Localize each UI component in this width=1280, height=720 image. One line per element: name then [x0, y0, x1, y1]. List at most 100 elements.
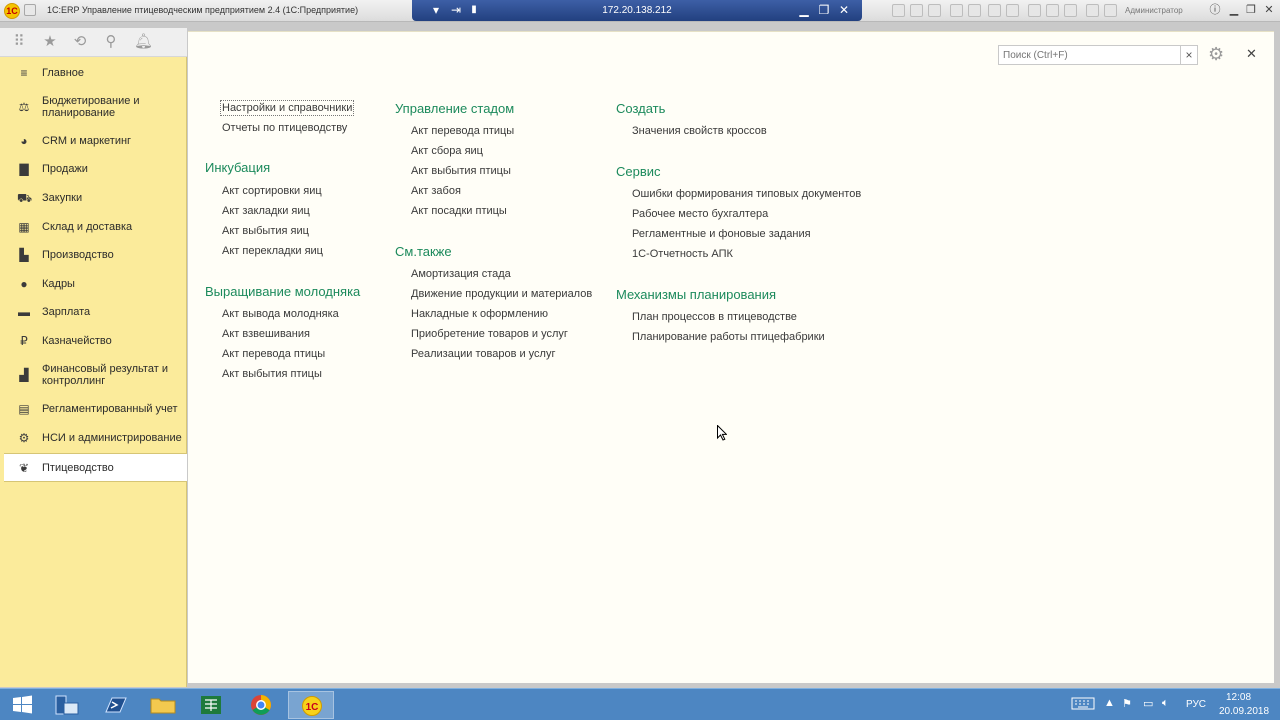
memory-m-icon[interactable] [1028, 4, 1041, 17]
save-icon[interactable] [892, 4, 905, 17]
budget-icon: ⚖ [18, 100, 30, 114]
clock-date[interactable]: 20.09.2018 [1219, 706, 1269, 717]
taskbar-server-manager[interactable] [44, 691, 90, 719]
cmd-weighing-act[interactable]: Акт взвешивания [222, 328, 310, 340]
volume-icon[interactable]: 🔈︎ [1162, 697, 1169, 710]
start-button[interactable] [0, 691, 46, 719]
search-input[interactable] [998, 45, 1181, 65]
cmd-poultry-reports[interactable]: Отчеты по птицеводству [222, 122, 347, 134]
warehouse-icon: ▦ [18, 220, 30, 234]
cmd-egg-sorting-act[interactable]: Акт сортировки яиц [222, 185, 322, 197]
cmd-poultry-farm-planning[interactable]: Планирование работы птицефабрики [632, 331, 825, 343]
coin-icon: ₽ [20, 334, 28, 348]
windows-logo-icon [13, 695, 32, 714]
network-icon[interactable]: ▭ [1143, 697, 1153, 710]
zoom-out-icon[interactable] [1104, 4, 1117, 17]
action-center-flag-icon[interactable]: ⚑ [1122, 697, 1132, 710]
cmd-hatch-act[interactable]: Акт вывода молодняка [222, 308, 339, 320]
cmd-purchases-goods-services[interactable]: Приобретение товаров и услуг [411, 328, 568, 340]
copy-icon[interactable] [968, 4, 981, 17]
cmd-egg-disposal-act[interactable]: Акт выбытия яиц [222, 225, 309, 237]
heading-see-also: См.также [395, 244, 452, 259]
tray-expand-icon[interactable]: ▲ [1104, 697, 1115, 709]
cmd-herd-bird-disposal-act[interactable]: Акт выбытия птицы [411, 165, 511, 177]
cmd-invoices-to-process[interactable]: Накладные к оформлению [411, 308, 548, 320]
clock-time[interactable]: 12:08 [1226, 692, 1251, 703]
taskbar-1c-enterprise[interactable]: 1С [288, 691, 334, 719]
close-icon[interactable]: ✕ [1246, 46, 1257, 62]
cmd-egg-setting-act[interactable]: Акт закладки яиц [222, 205, 310, 217]
input-language[interactable]: РУС [1186, 699, 1206, 710]
settings-gear-icon[interactable]: ⚙ [1208, 44, 1224, 64]
taskbar-chrome[interactable] [238, 691, 284, 719]
sidebar-item-budgeting[interactable]: ⚖ Бюджетирование и планирование [4, 94, 187, 120]
keyboard-icon[interactable] [1071, 695, 1095, 714]
cmd-egg-transfer-act[interactable]: Акт перекладки яиц [222, 245, 323, 257]
heading-herd-management: Управление стадом [395, 101, 515, 116]
close-icon[interactable]: ✕ [836, 2, 852, 18]
sidebar-item-production[interactable]: ▙ Производство [4, 247, 187, 263]
cmd-herd-bird-transfer-act[interactable]: Акт перевода птицы [411, 125, 514, 137]
current-user[interactable]: Администратор [1125, 6, 1183, 15]
sidebar-item-payroll[interactable]: ▬ Зарплата [4, 304, 187, 320]
window-title: 1С:ERP Управление птицеводческим предпри… [47, 5, 359, 15]
sidebar-item-treasury[interactable]: ₽ Казначейство [4, 333, 187, 349]
sidebar-item-warehouse[interactable]: ▦ Склад и доставка [4, 219, 187, 235]
cmd-slaughter-act[interactable]: Акт забоя [411, 185, 461, 197]
cmd-standard-doc-errors[interactable]: Ошибки формирования типовых документов [632, 188, 861, 200]
sidebar-item-hr[interactable]: ● Кадры [4, 276, 187, 292]
minimize-icon[interactable]: ▁ [796, 2, 812, 18]
history-icon[interactable]: ⟲ [71, 33, 89, 51]
cmd-poultry-process-plan[interactable]: План процессов в птицеводстве [632, 311, 797, 323]
grid-icon[interactable]: ⠿ [10, 33, 28, 51]
link-icon[interactable] [950, 4, 963, 17]
sidebar-item-crm[interactable]: ◕ CRM и маркетинг [4, 133, 187, 149]
cmd-accountant-workplace[interactable]: Рабочее место бухгалтера [632, 208, 768, 220]
taskbar-file-explorer[interactable] [140, 691, 186, 719]
sidebar-item-label: Производство [42, 249, 114, 261]
cmd-egg-collection-act[interactable]: Акт сбора яиц [411, 145, 483, 157]
print-icon[interactable] [910, 4, 923, 17]
preview-icon[interactable] [928, 4, 941, 17]
cmd-bird-transfer-act[interactable]: Акт перевода птицы [222, 348, 325, 360]
sidebar-item-label: Казначейство [42, 335, 112, 347]
memory-plus-icon[interactable] [1046, 4, 1059, 17]
1c-logo-icon[interactable]: 1С [4, 3, 20, 19]
sidebar-item-sales[interactable]: ▇ Продажи [4, 161, 187, 177]
sidebar-item-poultry[interactable]: ❦ Птицеводство [4, 453, 187, 482]
gear-icon: ⚙ [18, 431, 30, 445]
minimize-window-icon[interactable]: ▁ [1226, 3, 1242, 18]
calculator-icon[interactable] [988, 4, 1001, 17]
star-icon[interactable]: ★ [41, 33, 59, 51]
taskbar-excel[interactable] [188, 691, 234, 719]
heading-service: Сервис [616, 164, 661, 179]
sidebar-item-regulated-accounting[interactable]: ▤ Регламентированный учет [4, 401, 187, 417]
taskbar-powershell[interactable] [92, 691, 138, 719]
person-icon: ● [20, 277, 28, 291]
calendar-icon[interactable] [1006, 4, 1019, 17]
memory-minus-icon[interactable] [1064, 4, 1077, 17]
bell-icon[interactable]: 🔔︎ [134, 33, 153, 51]
restore-icon[interactable]: ❐ [816, 2, 832, 18]
search-icon[interactable]: ⚲ [102, 33, 120, 51]
sidebar-item-main[interactable]: ≡ Главное [4, 65, 187, 81]
cmd-settings-and-catalogs[interactable]: Настройки и справочники [219, 100, 355, 116]
menu-icon[interactable] [24, 4, 36, 16]
cmd-scheduled-background-jobs[interactable]: Регламентные и фоновые задания [632, 228, 811, 240]
cmd-sales-goods-services[interactable]: Реализации товаров и услуг [411, 348, 555, 360]
maximize-window-icon[interactable]: ❐ [1243, 3, 1259, 18]
cmd-cross-property-values[interactable]: Значения свойств кроссов [632, 125, 767, 137]
cmd-herd-depreciation[interactable]: Амортизация стада [411, 268, 511, 280]
zoom-in-icon[interactable] [1086, 4, 1099, 17]
clear-search-icon[interactable]: × [1181, 45, 1198, 65]
cmd-bird-placement-act[interactable]: Акт посадки птицы [411, 205, 507, 217]
info-icon[interactable]: ⓘ [1207, 3, 1223, 18]
sidebar-item-purchases[interactable]: ⛟ Закупки [4, 190, 187, 206]
factory-icon: ▙ [19, 248, 29, 262]
cmd-product-material-movement[interactable]: Движение продукции и материалов [411, 288, 592, 300]
sidebar-item-controlling[interactable]: ▟ Финансовый результат и контроллинг [4, 362, 187, 388]
close-window-icon[interactable]: ✕ [1261, 3, 1277, 18]
cmd-bird-disposal-act[interactable]: Акт выбытия птицы [222, 368, 322, 380]
sidebar-item-admin[interactable]: ⚙ НСИ и администрирование [4, 430, 187, 446]
cmd-1c-reporting-apk[interactable]: 1С-Отчетность АПК [632, 248, 733, 260]
